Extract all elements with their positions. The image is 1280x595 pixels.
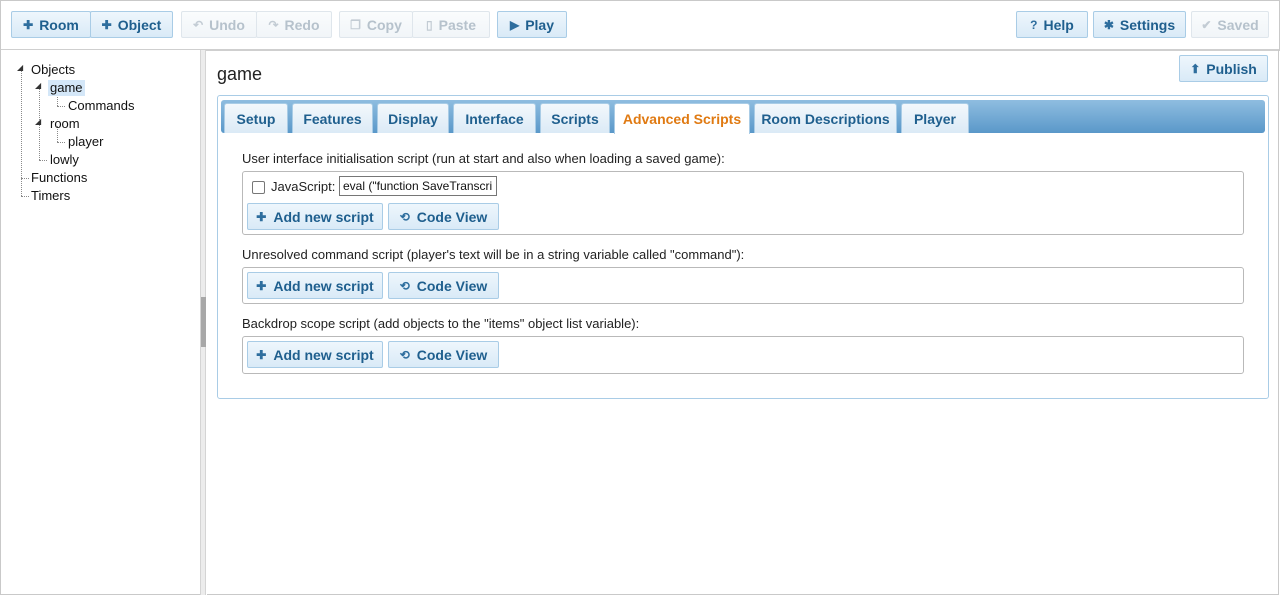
check-icon: ✔ <box>1201 17 1212 32</box>
javascript-expression-input[interactable]: eval ("function SaveTranscri <box>339 176 497 196</box>
tree-item-timers[interactable]: Timers <box>31 188 70 204</box>
code-view-button[interactable]: ⟲ Code View <box>388 203 499 230</box>
redo-button[interactable]: ↷ Redo <box>256 11 332 38</box>
add-object-button[interactable]: ✚ Object <box>90 11 173 38</box>
plus-icon: ✚ <box>256 209 267 224</box>
undo-icon: ↶ <box>193 17 204 32</box>
tab-player[interactable]: Player <box>901 103 969 133</box>
backdrop-scope-script-label: Backdrop scope script (add objects to th… <box>242 316 640 331</box>
undo-button[interactable]: ↶ Undo <box>181 11 257 38</box>
add-new-script-button[interactable]: ✚ Add new script <box>247 341 383 368</box>
toolbar: ✚ Room ✚ Object ↶ Undo ↷ Redo ❐ Copy ▯ Paste ▶… <box>0 0 1280 51</box>
ui-init-script-box: JavaScript: eval ("function SaveTranscri… <box>242 171 1244 235</box>
pane-splitter[interactable] <box>200 50 206 595</box>
add-new-script-button[interactable]: ✚ Add new script <box>247 203 383 230</box>
backdrop-scope-script-box: ✚ Add new script ⟲ Code View <box>242 336 1244 374</box>
collapse-arrow-icon[interactable]: ◢ <box>35 81 41 90</box>
add-room-button[interactable]: ✚ Room <box>11 11 91 38</box>
tree-item-lowly[interactable]: lowly <box>50 152 79 168</box>
tab-panel: Setup Features Display Interface Scripts… <box>217 95 1269 399</box>
help-icon: ? <box>1030 17 1038 32</box>
tree-connector <box>21 196 29 197</box>
ui-init-script-label: User interface initialisation script (ru… <box>242 151 725 166</box>
editor-main: game ⬆ Publish Setup Features Display Int… <box>207 50 1279 595</box>
tab-room-descriptions[interactable]: Room Descriptions <box>754 103 897 133</box>
plus-icon: ✚ <box>256 347 267 362</box>
copy-icon: ❐ <box>350 17 361 32</box>
help-button[interactable]: ? Help <box>1016 11 1088 38</box>
tree-item-game[interactable]: game <box>48 80 85 96</box>
tree-item-functions[interactable]: Functions <box>31 170 87 186</box>
code-view-button[interactable]: ⟲ Code View <box>388 272 499 299</box>
saved-button[interactable]: ✔ Saved <box>1191 11 1269 38</box>
tree-connector <box>21 178 29 179</box>
code-icon: ⟲ <box>399 347 410 362</box>
copy-button[interactable]: ❐ Copy <box>339 11 413 38</box>
play-button[interactable]: ▶ Play <box>497 11 567 38</box>
splitter-grip[interactable] <box>201 297 206 347</box>
plus-icon: ✚ <box>256 278 267 293</box>
play-icon: ▶ <box>509 17 520 32</box>
collapse-arrow-icon[interactable]: ◢ <box>17 63 23 72</box>
code-icon: ⟲ <box>399 278 410 293</box>
tab-display[interactable]: Display <box>377 103 449 133</box>
page-title: game <box>217 64 263 84</box>
tree-item-player[interactable]: player <box>68 134 103 150</box>
collapse-arrow-icon[interactable]: ◢ <box>35 117 41 126</box>
plus-icon: ✚ <box>23 17 34 32</box>
tab-setup[interactable]: Setup <box>224 103 288 133</box>
tab-strip: Setup Features Display Interface Scripts… <box>221 100 1265 134</box>
publish-button[interactable]: ⬆ Publish <box>1179 55 1268 82</box>
tree-item-commands[interactable]: Commands <box>68 98 134 114</box>
tree-connector <box>57 106 65 107</box>
paste-button[interactable]: ▯ Paste <box>412 11 490 38</box>
tree-item-room[interactable]: room <box>50 116 80 132</box>
javascript-checkbox[interactable] <box>252 181 265 194</box>
code-icon: ⟲ <box>399 209 410 224</box>
tree-item-objects[interactable]: Objects <box>31 62 75 78</box>
tree-connector <box>39 160 47 161</box>
gear-icon: ✱ <box>1103 17 1114 32</box>
tree-connector <box>57 142 65 143</box>
unresolved-command-script-box: ✚ Add new script ⟲ Code View <box>242 267 1244 304</box>
javascript-label: JavaScript: <box>271 179 336 194</box>
object-tree: ◢ ◢ ◢ Objects game Commands room player … <box>0 50 200 595</box>
add-new-script-button[interactable]: ✚ Add new script <box>247 272 383 299</box>
code-view-button[interactable]: ⟲ Code View <box>388 341 499 368</box>
upload-icon: ⬆ <box>1190 61 1201 76</box>
plus-icon: ✚ <box>101 17 112 32</box>
tab-scripts[interactable]: Scripts <box>540 103 610 133</box>
settings-button[interactable]: ✱ Settings <box>1093 11 1186 38</box>
tab-features[interactable]: Features <box>292 103 373 133</box>
paste-icon: ▯ <box>426 17 433 32</box>
redo-icon: ↷ <box>268 17 279 32</box>
tab-interface[interactable]: Interface <box>453 103 536 133</box>
unresolved-command-script-label: Unresolved command script (player's text… <box>242 247 745 262</box>
tab-advanced-scripts[interactable]: Advanced Scripts <box>614 103 750 134</box>
